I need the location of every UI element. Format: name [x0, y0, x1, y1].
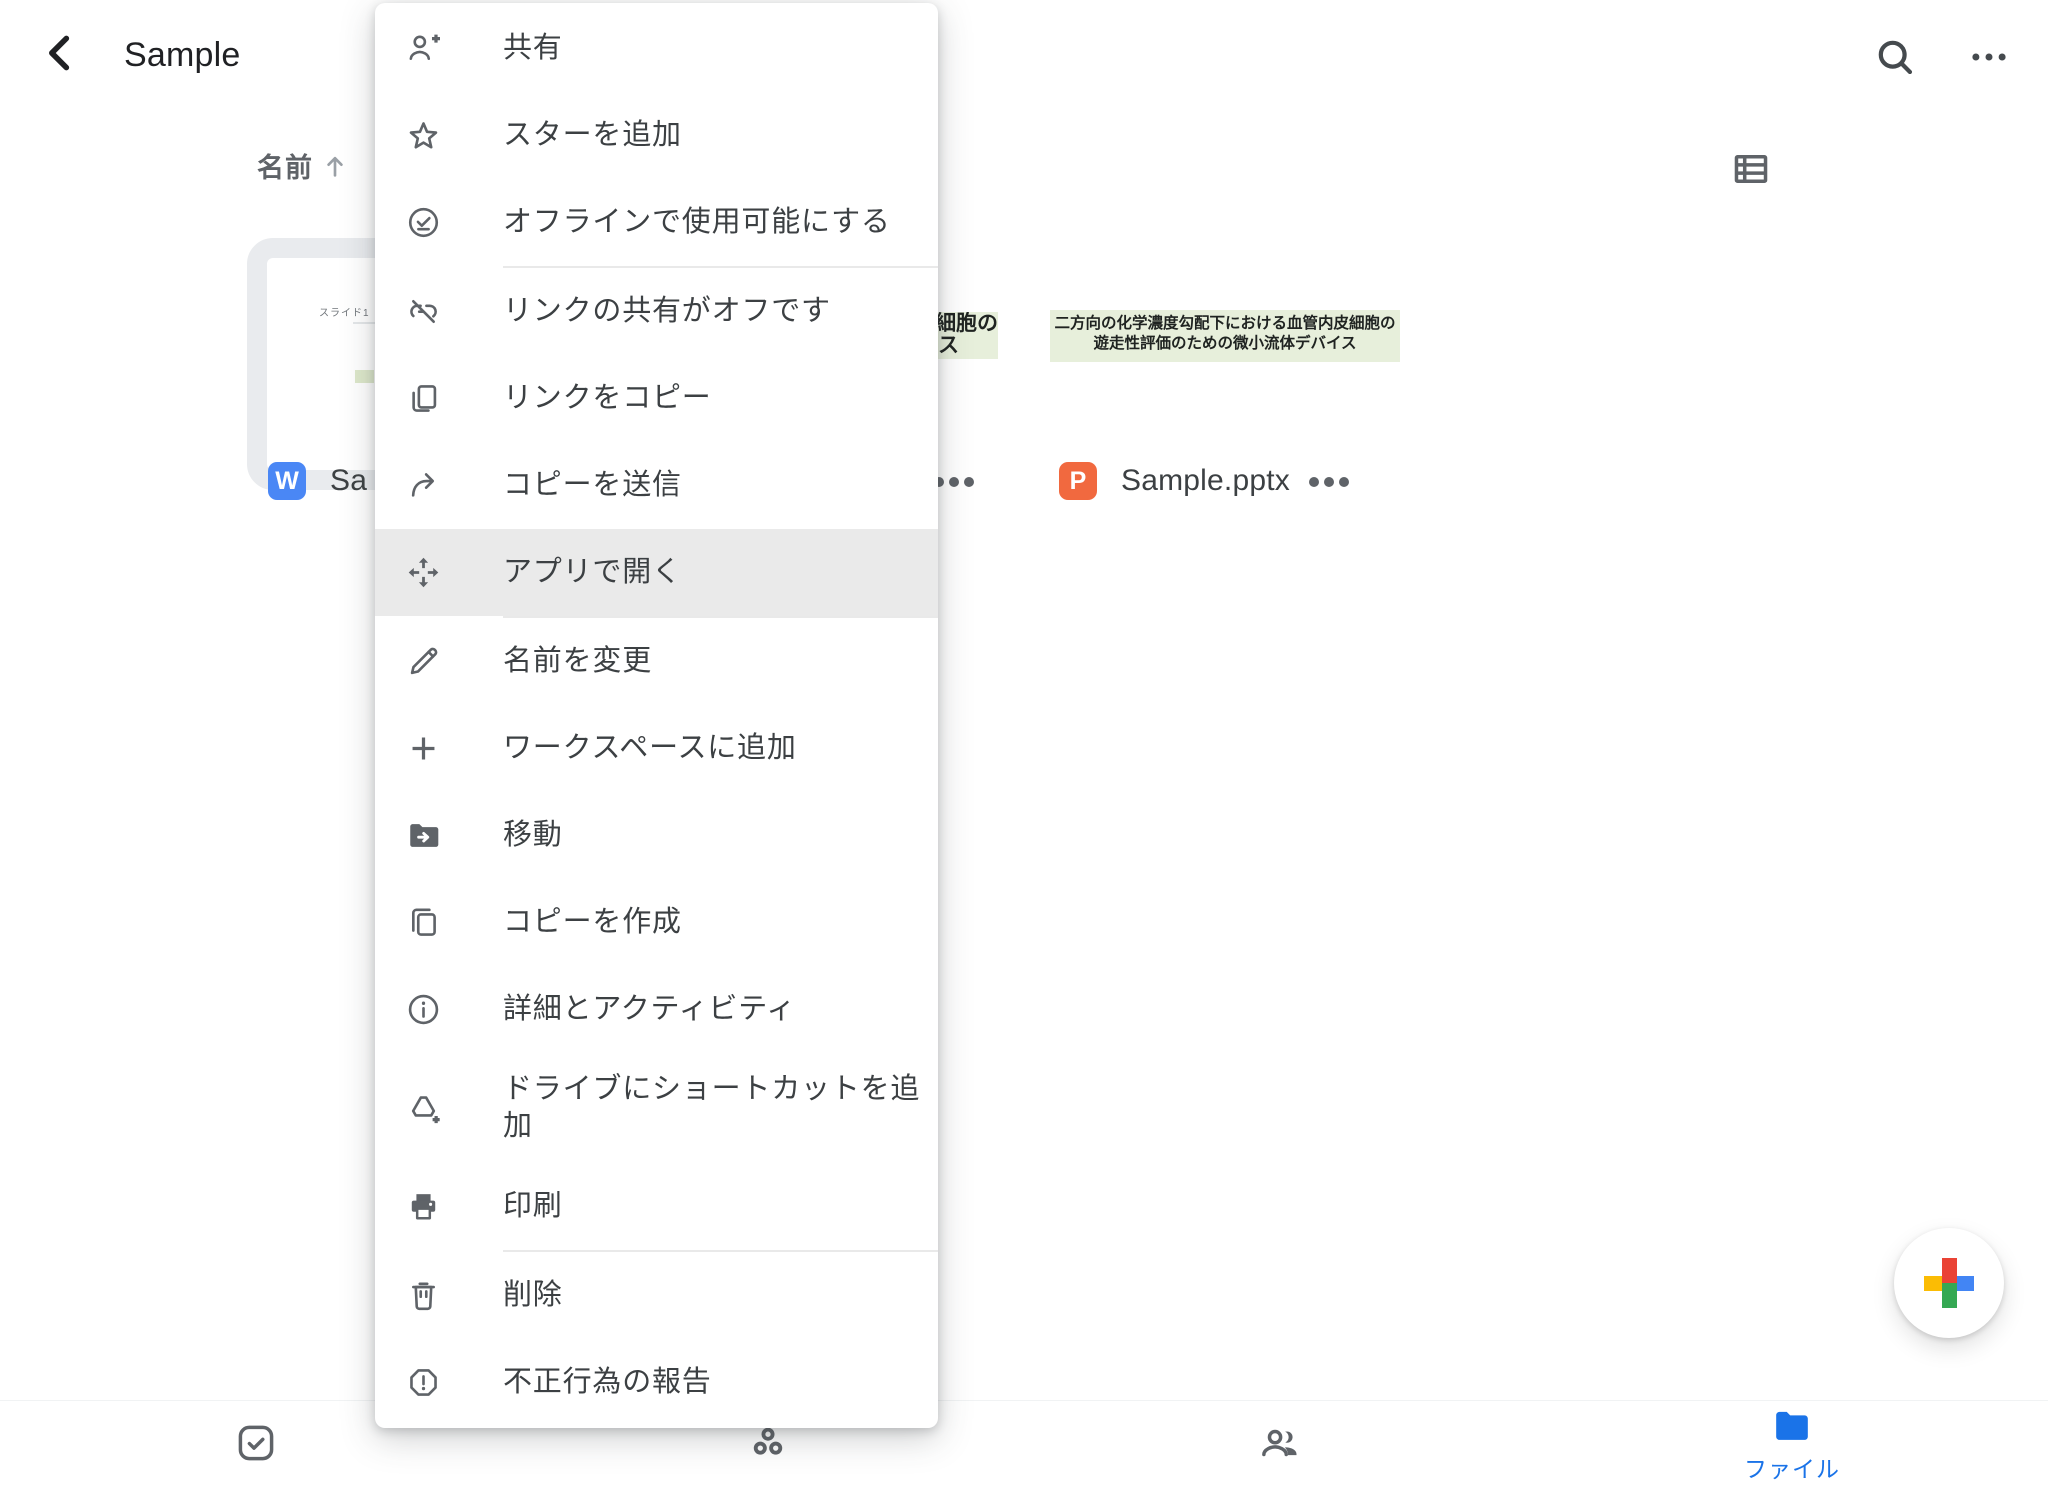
menu-item-share[interactable]: 共有 — [375, 5, 938, 92]
thumbnail-text-line — [353, 322, 375, 324]
move-folder-icon — [405, 817, 442, 854]
file-name: Sa — [330, 464, 367, 498]
menu-item-open-with-app[interactable]: アプリで開く — [375, 529, 938, 616]
page-title: Sample — [124, 36, 240, 75]
plus-icon — [405, 730, 442, 767]
menu-item-send-copy[interactable]: コピーを送信 — [375, 442, 938, 529]
list-view-toggle-button[interactable] — [1730, 148, 1772, 190]
menu-item-print[interactable]: 印刷 — [375, 1163, 938, 1250]
overflow-menu-button[interactable] — [1968, 40, 2010, 74]
file-more-button[interactable] — [934, 477, 974, 487]
view-list-icon — [1730, 148, 1772, 190]
file-context-menu: 共有 スターを追加 オフラインで使用可能にする リンクの共有がオフです リンクを… — [375, 3, 938, 1428]
copy-link-icon — [405, 380, 442, 417]
back-button[interactable] — [38, 30, 84, 76]
send-copy-icon — [405, 467, 442, 504]
drive-shortcut-icon — [405, 1090, 442, 1127]
slide-title-line: 遊走性評価のための微小流体デバイス — [1050, 334, 1400, 354]
powerpoint-file-badge: P — [1059, 462, 1097, 500]
print-icon — [405, 1188, 442, 1225]
link-off-icon — [405, 293, 442, 330]
menu-item-add-star[interactable]: スターを追加 — [375, 92, 938, 179]
word-file-badge: W — [268, 462, 306, 500]
slide-title-line: 二方向の化学濃度勾配下における血管内皮細胞の — [1050, 314, 1400, 334]
menu-item-copy-link[interactable]: リンクをコピー — [375, 355, 938, 442]
bottom-navigation-bar: ファイル — [0, 1400, 2048, 1498]
menu-item-report-abuse[interactable]: 不正行為の報告 — [375, 1339, 938, 1426]
nav-tab-label: ファイル — [1744, 1450, 1840, 1484]
open-with-icon — [405, 554, 442, 591]
check-square-icon — [234, 1421, 278, 1465]
menu-item-delete[interactable]: 削除 — [375, 1252, 938, 1339]
search-button[interactable] — [1872, 34, 1918, 80]
create-new-fab[interactable] — [1894, 1228, 2004, 1338]
report-abuse-icon — [405, 1364, 442, 1401]
file-name: Sample.pptx — [1121, 464, 1290, 498]
folder-icon — [1770, 1405, 1814, 1445]
search-icon — [1872, 34, 1918, 80]
thumbnail-green-chip — [355, 370, 374, 383]
sort-label: 名前 — [257, 146, 313, 185]
people-icon — [1257, 1421, 1303, 1465]
thumbnail-caption: スライド1 — [319, 304, 370, 319]
menu-item-move[interactable]: 移動 — [375, 792, 938, 879]
file-item-word[interactable]: W Sa — [268, 462, 367, 500]
person-add-icon — [405, 30, 442, 67]
info-icon — [405, 991, 442, 1028]
menu-item-rename[interactable]: 名前を変更 — [375, 618, 938, 705]
sort-ascending-icon — [319, 150, 351, 182]
nav-tab-files[interactable]: ファイル — [1536, 1401, 2048, 1498]
delete-trash-icon — [405, 1277, 442, 1314]
file-thumbnail-slide-3[interactable]: 二方向の化学濃度勾配下における血管内皮細胞の 遊走性評価のための微小流体デバイス — [1050, 310, 1400, 362]
menu-item-make-available-offline[interactable]: オフラインで使用可能にする — [375, 179, 938, 266]
menu-item-details-activity[interactable]: 詳細とアクティビティ — [375, 966, 938, 1053]
copy-icon — [405, 904, 442, 941]
menu-item-add-shortcut-to-drive[interactable]: ドライブにショートカットを追加 — [375, 1053, 938, 1163]
sort-control[interactable]: 名前 — [257, 146, 351, 185]
nav-tab-shared[interactable] — [1024, 1401, 1536, 1498]
rename-pencil-icon — [405, 643, 442, 680]
more-horiz-icon — [1968, 40, 2010, 74]
menu-item-link-sharing-off[interactable]: リンクの共有がオフです — [375, 268, 938, 355]
file-more-button[interactable] — [1309, 477, 1349, 487]
chevron-left-icon — [38, 30, 84, 76]
file-item-pptx[interactable]: P Sample.pptx — [1059, 462, 1290, 500]
star-icon — [405, 117, 442, 154]
menu-item-add-to-workspace[interactable]: ワークスペースに追加 — [375, 705, 938, 792]
menu-item-make-copy[interactable]: コピーを作成 — [375, 879, 938, 966]
offline-pin-icon — [405, 204, 442, 241]
